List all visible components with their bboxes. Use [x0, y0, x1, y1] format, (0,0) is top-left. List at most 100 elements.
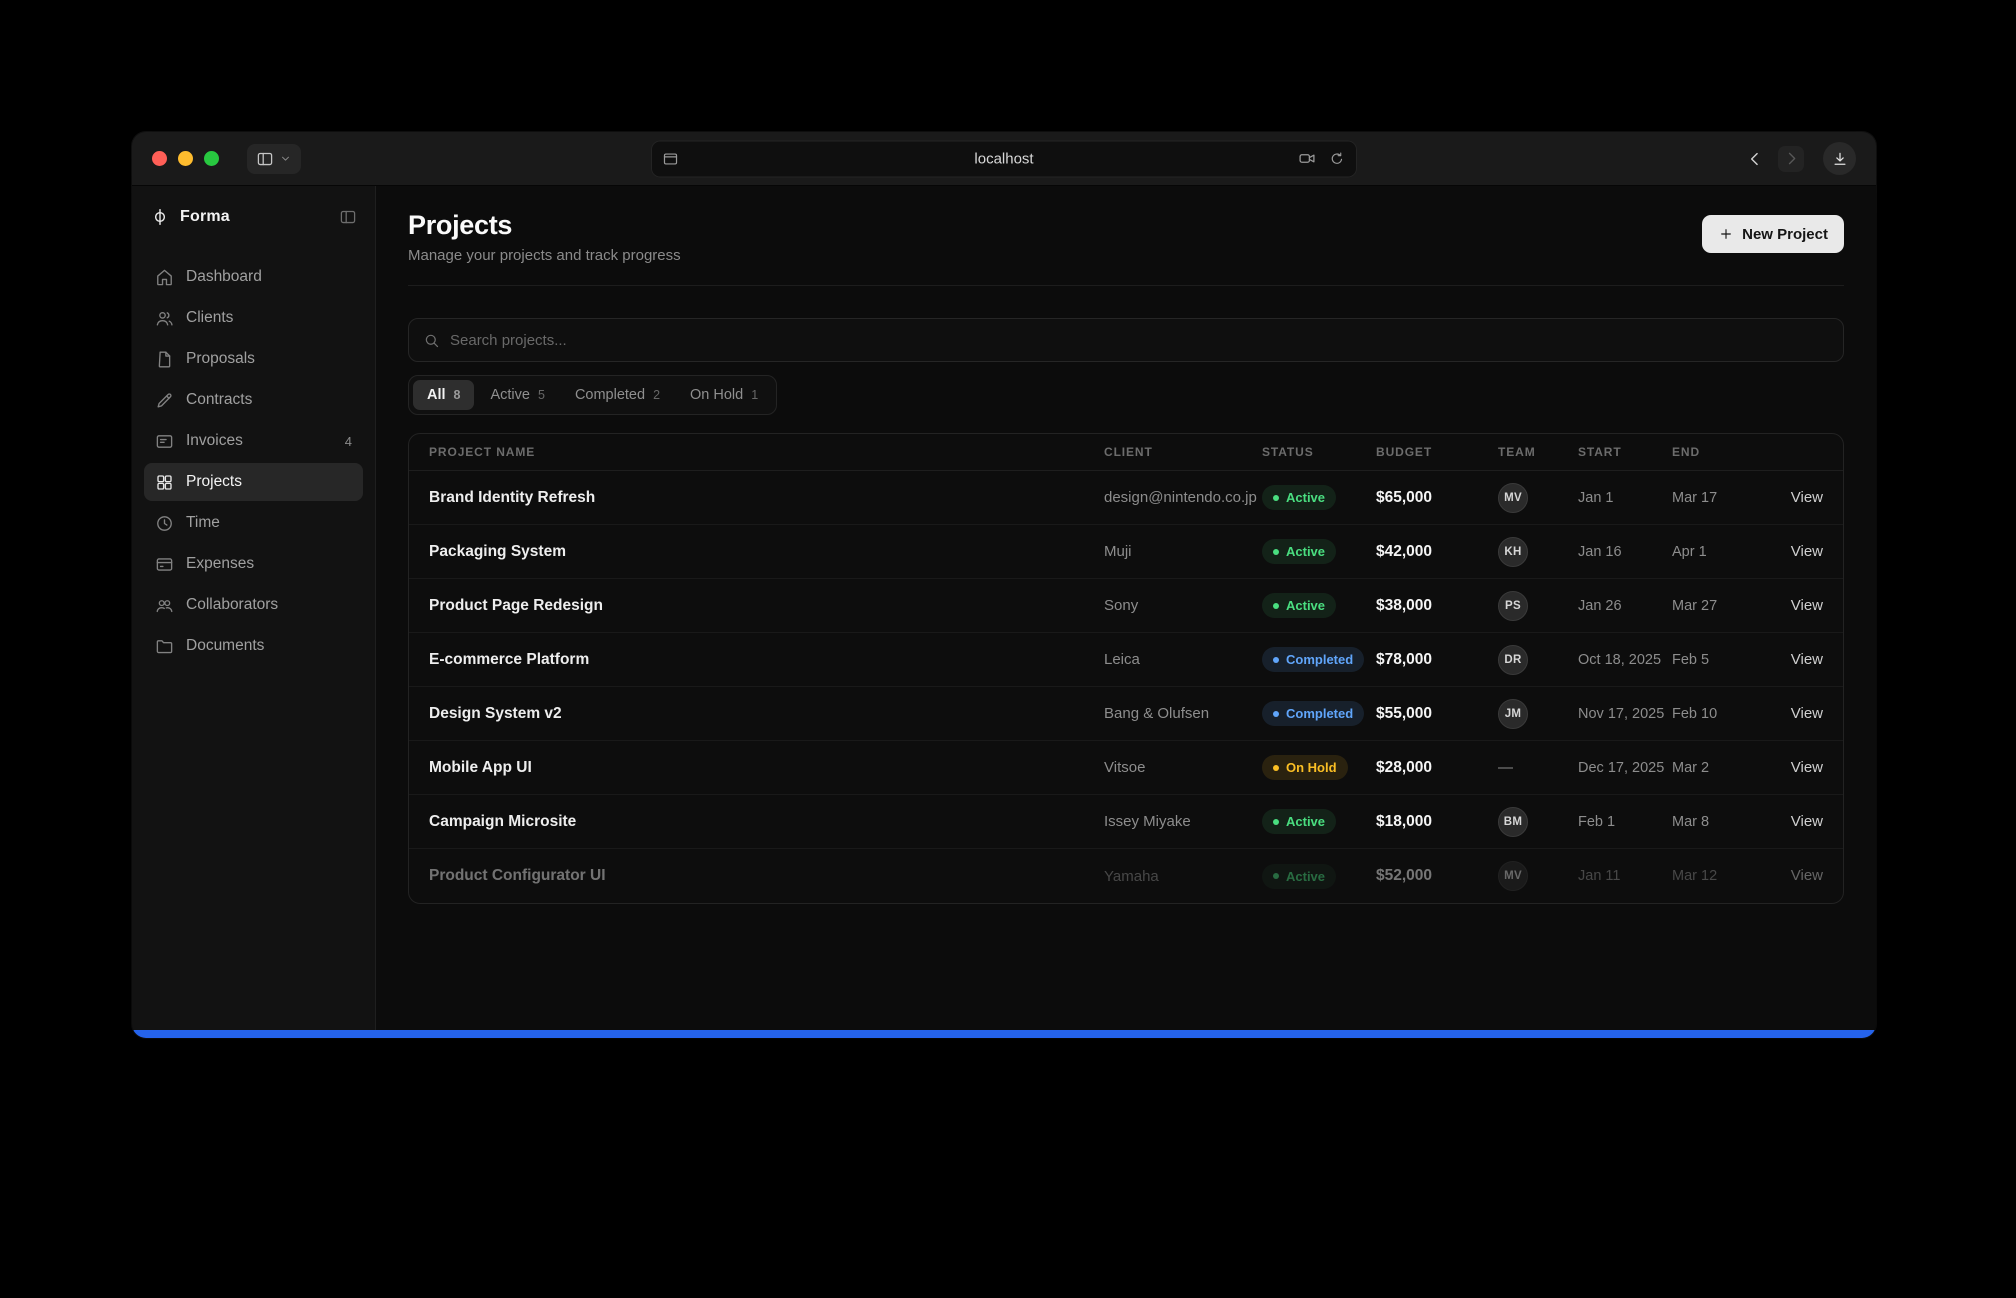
start-date: Oct 18, 2025: [1578, 652, 1672, 668]
project-name: E-commerce Platform: [429, 651, 1104, 669]
page-subtitle: Manage your projects and track progress: [408, 247, 681, 264]
status-dot-icon: [1273, 711, 1279, 717]
browser-sidebar-toggle[interactable]: [247, 144, 301, 174]
forward-button[interactable]: [1778, 146, 1804, 172]
status-badge: Completed: [1262, 647, 1364, 672]
table-row[interactable]: Product Page RedesignSonyActive$38,000PS…: [409, 579, 1843, 633]
end-date: Mar 17: [1672, 490, 1762, 506]
filter-tab-active[interactable]: Active5: [476, 380, 558, 410]
end-date: Mar 8: [1672, 814, 1762, 830]
sidebar-item-label: Invoices: [186, 432, 243, 450]
forma-logo-icon: [150, 207, 170, 227]
minimize-window-button[interactable]: [178, 151, 193, 166]
view-cell: View: [1762, 597, 1823, 615]
team-avatar: MV: [1498, 483, 1528, 513]
project-name: Mobile App UI: [429, 759, 1104, 777]
sidebar-item-label: Collaborators: [186, 596, 278, 614]
browser-window: localhost Forma DashboardClientsProposal…: [132, 132, 1876, 1038]
back-button[interactable]: [1745, 149, 1765, 169]
table-row[interactable]: Mobile App UIVitsoeOn Hold$28,000—Dec 17…: [409, 741, 1843, 795]
sidebar-item-contracts[interactable]: Contracts: [144, 381, 363, 419]
page-header: Projects Manage your projects and track …: [408, 186, 1844, 286]
close-window-button[interactable]: [152, 151, 167, 166]
team-cell: MV: [1498, 861, 1578, 891]
sidebar-item-documents[interactable]: Documents: [144, 627, 363, 665]
view-link[interactable]: View: [1791, 813, 1823, 830]
table-row[interactable]: Packaging SystemMujiActive$42,000KHJan 1…: [409, 525, 1843, 579]
filter-tab-on-hold[interactable]: On Hold1: [676, 380, 772, 410]
table-row[interactable]: Product Configurator UIYamahaActive$52,0…: [409, 849, 1843, 903]
filter-tab-completed[interactable]: Completed2: [561, 380, 674, 410]
table-row[interactable]: Brand Identity Refreshdesign@nintendo.co…: [409, 471, 1843, 525]
status-cell: Active: [1262, 864, 1376, 889]
view-link[interactable]: View: [1791, 651, 1823, 668]
filter-tab-all[interactable]: All8: [413, 380, 474, 410]
contract-icon: [155, 391, 174, 410]
downloads-button[interactable]: [1823, 142, 1856, 175]
project-name: Product Configurator UI: [429, 867, 1104, 885]
budget-value: $78,000: [1376, 651, 1498, 669]
page-title: Projects: [408, 210, 681, 240]
status-dot-icon: [1273, 765, 1279, 771]
new-project-button[interactable]: New Project: [1702, 215, 1844, 253]
view-cell: View: [1762, 651, 1823, 669]
end-date: Mar 27: [1672, 598, 1762, 614]
sidebar-item-dashboard[interactable]: Dashboard: [144, 258, 363, 296]
sidebar-item-time[interactable]: Time: [144, 504, 363, 542]
sidebar-header: Forma: [132, 186, 375, 248]
status-dot-icon: [1273, 873, 1279, 879]
filter-label: All: [427, 387, 446, 403]
view-link[interactable]: View: [1791, 543, 1823, 560]
table-row[interactable]: Campaign MicrositeIssey MiyakeActive$18,…: [409, 795, 1843, 849]
column-header: CLIENT: [1104, 445, 1262, 459]
invoice-icon: [155, 432, 174, 451]
plus-icon: [1718, 226, 1734, 242]
reload-icon[interactable]: [1329, 151, 1345, 167]
sidebar-item-label: Time: [186, 514, 220, 532]
table-row[interactable]: Design System v2Bang & OlufsenCompleted$…: [409, 687, 1843, 741]
sidebar-item-clients[interactable]: Clients: [144, 299, 363, 337]
view-link[interactable]: View: [1791, 597, 1823, 614]
view-cell: View: [1762, 867, 1823, 885]
status-badge: Active: [1262, 593, 1336, 618]
view-link[interactable]: View: [1791, 705, 1823, 722]
panel-icon: [256, 150, 274, 168]
camera-permissions-icon[interactable]: [1298, 150, 1316, 168]
status-cell: Completed: [1262, 701, 1376, 726]
project-name: Product Page Redesign: [429, 597, 1104, 615]
team-cell: BM: [1498, 807, 1578, 837]
budget-value: $52,000: [1376, 867, 1498, 885]
projects-table: PROJECT NAMECLIENTSTATUSBUDGETTEAMSTARTE…: [408, 433, 1844, 904]
sidebar-item-invoices[interactable]: Invoices 4: [144, 422, 363, 460]
client-name: design@nintendo.co.jp: [1104, 489, 1262, 506]
team-avatar: PS: [1498, 591, 1528, 621]
client-name: Bang & Olufsen: [1104, 705, 1262, 722]
sidebar-item-badge: 4: [345, 434, 352, 449]
clock-icon: [155, 514, 174, 533]
project-name: Design System v2: [429, 705, 1104, 723]
url-text: localhost: [974, 150, 1033, 167]
budget-value: $65,000: [1376, 489, 1498, 507]
budget-value: $42,000: [1376, 543, 1498, 561]
zoom-window-button[interactable]: [204, 151, 219, 166]
budget-value: $55,000: [1376, 705, 1498, 723]
client-name: Sony: [1104, 597, 1262, 614]
sidebar-item-proposals[interactable]: Proposals: [144, 340, 363, 378]
sidebar-collapse-icon[interactable]: [339, 208, 357, 226]
view-link[interactable]: View: [1791, 489, 1823, 506]
sidebar-item-collaborators[interactable]: Collaborators: [144, 586, 363, 624]
address-bar[interactable]: localhost: [651, 140, 1357, 177]
view-cell: View: [1762, 813, 1823, 831]
filter-tabs: All8Active5Completed2On Hold1: [408, 375, 777, 415]
column-header: START: [1578, 445, 1672, 459]
sidebar-item-expenses[interactable]: Expenses: [144, 545, 363, 583]
sidebar-item-projects[interactable]: Projects: [144, 463, 363, 501]
table-row[interactable]: E-commerce PlatformLeicaCompleted$78,000…: [409, 633, 1843, 687]
view-link[interactable]: View: [1791, 759, 1823, 776]
search-input[interactable]: [450, 332, 1829, 349]
view-link[interactable]: View: [1791, 867, 1823, 884]
sidebar-item-label: Contracts: [186, 391, 252, 409]
table-header-row: PROJECT NAMECLIENTSTATUSBUDGETTEAMSTARTE…: [409, 434, 1843, 471]
status-cell: Active: [1262, 485, 1376, 510]
filter-label: Completed: [575, 387, 645, 403]
